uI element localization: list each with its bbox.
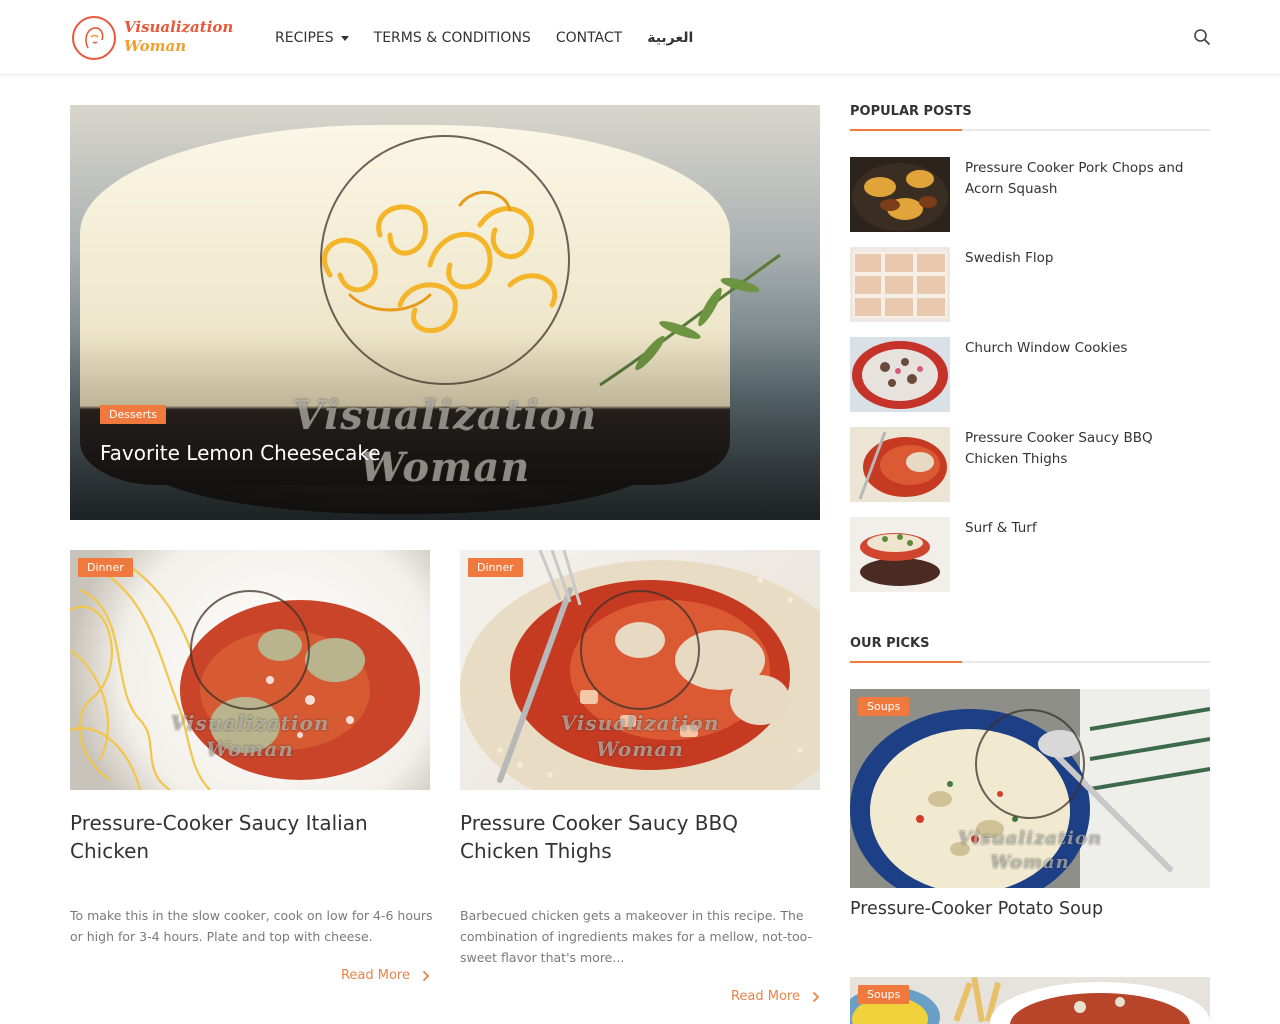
main-nav: RECIPES TERMS & CONDITIONS CONTACT العرب… — [275, 28, 693, 48]
popular-post-title: Pressure Cooker Pork Chops and Acorn Squ… — [965, 160, 1184, 197]
watermark-line-2: Woman — [206, 737, 294, 761]
post-card-title[interactable]: Pressure Cooker Saucy BBQ Chicken Thighs — [460, 809, 820, 865]
site-header: Visualization Woman RECIPES TERMS & COND… — [0, 0, 1280, 75]
pick-post-image[interactable]: Soups — [850, 977, 1210, 1024]
category-badge[interactable]: Soups — [858, 697, 910, 716]
our-picks-heading: OUR PICKS — [850, 636, 930, 651]
chevron-right-icon — [812, 991, 820, 1002]
logo-wordmark: Visualization Woman — [124, 18, 233, 56]
category-badge[interactable]: Soups — [858, 985, 910, 1004]
nav-item-recipes[interactable]: RECIPES — [275, 28, 349, 48]
category-badge[interactable]: Dinner — [78, 558, 133, 577]
logo-line-1: Visualization — [124, 18, 234, 36]
featured-post[interactable]: Visualization Woman Desserts Favorite Le… — [70, 105, 820, 520]
popular-post-title: Swedish Flop — [965, 250, 1054, 266]
pick-post-image[interactable]: Visualization Woman Soups — [850, 689, 1210, 888]
popular-post-thumbnail — [850, 427, 950, 502]
watermark-line-1: Visualization — [170, 711, 330, 735]
read-more-link[interactable]: Read More — [341, 968, 430, 983]
caret-down-icon — [340, 35, 349, 41]
watermark-face-icon — [975, 709, 1085, 819]
popular-post-thumbnail — [850, 157, 950, 232]
search-icon[interactable] — [1193, 28, 1213, 48]
post-card-title[interactable]: Pressure-Cooker Saucy Italian Chicken — [70, 809, 430, 865]
nav-item-label: CONTACT — [555, 30, 623, 46]
watermark-line-1: Visualization — [292, 392, 598, 439]
nav-item-label: RECIPES — [275, 30, 334, 46]
watermark: Visualization Woman — [540, 710, 740, 762]
watermark: Visualization Woman — [930, 827, 1130, 875]
watermark: Visualization Woman — [150, 710, 350, 762]
category-badge[interactable]: Desserts — [100, 405, 167, 424]
popular-post-item[interactable]: Swedish Flop — [850, 247, 1210, 322]
site-logo[interactable]: Visualization Woman — [72, 14, 233, 62]
read-more-label: Read More — [730, 989, 800, 1004]
heading-divider — [850, 129, 1210, 131]
watermark-line-1: Visualization — [560, 711, 720, 735]
watermark-face-icon — [320, 135, 570, 385]
popular-post-title: Church Window Cookies — [965, 340, 1128, 356]
read-more-link[interactable]: Read More — [731, 989, 820, 1004]
popular-post-title: Pressure Cooker Saucy BBQ Chicken Thighs — [965, 430, 1153, 467]
nav-item-label: TERMS & CONDITIONS — [373, 30, 531, 46]
chevron-right-icon — [422, 970, 430, 981]
popular-post-item[interactable]: Surf & Turf — [850, 517, 1210, 592]
watermark-line-2: Woman — [990, 852, 1070, 873]
logo-face-icon — [72, 16, 116, 60]
nav-item-terms[interactable]: TERMS & CONDITIONS — [374, 28, 531, 48]
popular-post-thumbnail — [850, 517, 950, 592]
popular-post-item[interactable]: Pressure Cooker Pork Chops and Acorn Squ… — [850, 157, 1210, 232]
nav-item-arabic[interactable]: العربية — [647, 28, 693, 48]
post-card-excerpt: Barbecued chicken gets a makeover in thi… — [460, 908, 813, 965]
popular-posts-heading: POPULAR POSTS — [850, 104, 972, 119]
pick-post-title[interactable]: Pressure-Cooker Potato Soup — [850, 899, 1103, 919]
heading-divider — [850, 661, 1210, 663]
watermark-line-2: Woman — [596, 737, 684, 761]
featured-post-title[interactable]: Favorite Lemon Cheesecake — [100, 441, 381, 465]
popular-post-title: Surf & Turf — [965, 520, 1037, 536]
logo-line-2: Woman — [124, 37, 187, 55]
category-badge[interactable]: Dinner — [468, 558, 523, 577]
post-card-image[interactable]: Visualization Woman Dinner — [460, 550, 820, 790]
nav-item-contact[interactable]: CONTACT — [556, 28, 622, 48]
popular-post-item[interactable]: Church Window Cookies — [850, 337, 1210, 412]
watermark-line-1: Visualization — [957, 828, 1103, 849]
popular-post-thumbnail — [850, 337, 950, 412]
popular-post-thumbnail — [850, 247, 950, 322]
popular-post-item[interactable]: Pressure Cooker Saucy BBQ Chicken Thighs — [850, 427, 1210, 502]
watermark-face-icon — [190, 590, 310, 710]
nav-item-label: العربية — [647, 30, 694, 46]
watermark-face-icon — [580, 590, 700, 710]
read-more-label: Read More — [340, 968, 410, 983]
post-card-excerpt: To make this in the slow cooker, cook on… — [70, 908, 433, 944]
post-card-image[interactable]: Visualization Woman Dinner — [70, 550, 430, 790]
